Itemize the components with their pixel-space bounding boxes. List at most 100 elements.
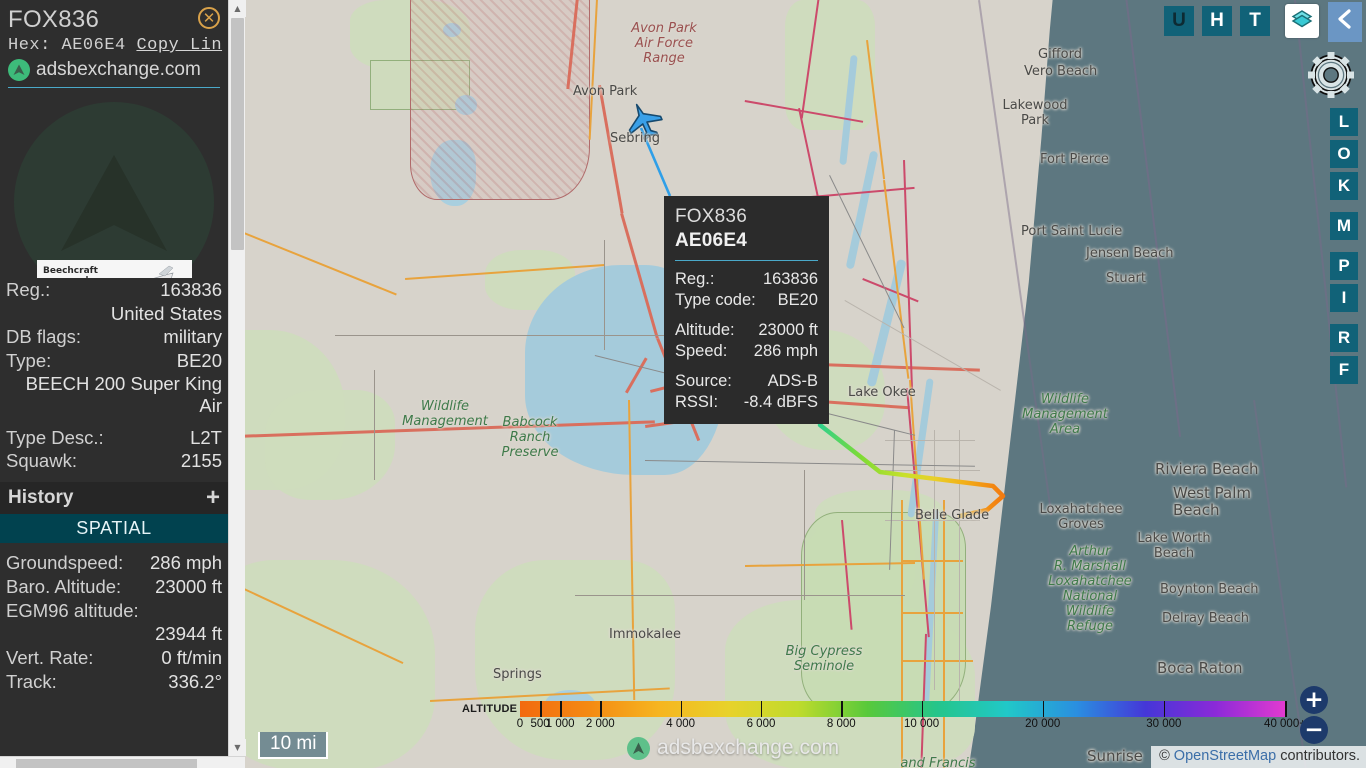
- copy-link-button[interactable]: Copy Lin: [136, 36, 222, 55]
- scroll-up-icon[interactable]: ▲: [229, 0, 246, 17]
- field-egm96-value: 23944 ft: [155, 623, 222, 645]
- altitude-tick: [1163, 701, 1166, 717]
- altitude-tick: [680, 701, 683, 717]
- aircraft-photo-area: Beechcraft: [0, 88, 228, 278]
- tooltip-hex: AE06E4: [675, 230, 747, 252]
- field-key: Groundspeed:: [6, 552, 124, 574]
- tooltip-row: Altitude: 23000 ft: [675, 320, 818, 341]
- field-key: Squawk:: [6, 450, 77, 472]
- map-layers-icon: [1290, 7, 1314, 36]
- panel-brand-text: adsbexchange.com: [36, 59, 201, 80]
- altitude-tick-label: 8 000: [826, 718, 856, 730]
- altitude-tick-label: 6 000: [746, 718, 776, 730]
- panel-brand: adsbexchange.com: [8, 59, 220, 88]
- tooltip-row: Type code: BE20: [675, 290, 818, 311]
- field-key: Baro. Altitude:: [6, 575, 122, 597]
- zoom-out-button[interactable]: −: [1300, 716, 1328, 744]
- sidebar-horizontal-scrollbar[interactable]: [0, 756, 245, 768]
- field-dbflags: DB flags: military: [0, 325, 228, 349]
- altitude-tick: [600, 701, 602, 717]
- field-value: L2T: [190, 426, 222, 448]
- history-section-header[interactable]: History +: [0, 482, 228, 515]
- field-type-long: BEECH 200 Super King Air: [25, 372, 222, 417]
- field-value: BE20: [176, 350, 222, 372]
- field-key: Type:: [6, 350, 52, 372]
- field-groundspeed: Groundspeed: 286 mph: [0, 551, 228, 575]
- side-button-l[interactable]: L: [1330, 108, 1358, 136]
- scrollbar-thumb[interactable]: [16, 759, 197, 768]
- field-value: 23000 ft: [155, 575, 222, 597]
- collapse-panel-button[interactable]: [1328, 2, 1362, 42]
- copyright-mark: ©: [1159, 748, 1170, 764]
- watermark-logo: [14, 102, 214, 278]
- side-button-i[interactable]: I: [1330, 284, 1358, 312]
- altitude-color-bar: [520, 701, 1285, 717]
- tooltip-key: RSSI:: [675, 393, 719, 412]
- side-button-f[interactable]: F: [1330, 356, 1358, 384]
- trails-button[interactable]: T: [1240, 6, 1270, 36]
- map-layers-button[interactable]: [1285, 4, 1319, 38]
- map-watermark: adsbexchange.com: [627, 736, 839, 760]
- zoom-in-button[interactable]: +: [1300, 686, 1328, 714]
- hex-value: AE06E4: [61, 36, 126, 55]
- field-key: Track:: [6, 670, 57, 692]
- field-value: military: [163, 326, 222, 348]
- history-label: History: [8, 487, 74, 509]
- map-canvas[interactable]: Avon Park Air Force Range Avon Park Sebring G…: [245, 0, 1366, 768]
- add-icon[interactable]: +: [206, 486, 220, 510]
- tooltip-key: Speed:: [675, 341, 728, 360]
- tooltip-key: Altitude:: [675, 320, 735, 339]
- page-title: FOX836: [8, 6, 100, 33]
- tooltip-value: BE20: [777, 290, 818, 309]
- side-button-m[interactable]: M: [1330, 212, 1358, 240]
- sidebar-vertical-scrollbar[interactable]: ▲ ▼: [228, 0, 246, 756]
- field-key: EGM96 altitude:: [6, 599, 139, 621]
- aircraft-marker[interactable]: [623, 100, 665, 142]
- field-value: 336.2°: [168, 670, 222, 692]
- heatmap-button[interactable]: H: [1202, 6, 1232, 36]
- field-value: 163836: [160, 279, 222, 300]
- field-value: 2155: [180, 450, 222, 472]
- field-typedesc: Type Desc.: L2T: [0, 426, 228, 450]
- aircraft-info-panel[interactable]: FOX836 ✕ Hex: AE06E4 Copy Lin adsbexchan…: [0, 0, 228, 768]
- scroll-down-icon[interactable]: ▼: [229, 739, 246, 756]
- field-type: Type: BE20: [0, 349, 228, 373]
- field-track: Track: 336.2°: [0, 670, 228, 694]
- field-reg: Reg.: 163836: [0, 278, 228, 302]
- altitude-tick-label: 30 000: [1146, 718, 1182, 730]
- field-key: Reg.:: [6, 279, 51, 300]
- close-icon[interactable]: ✕: [198, 7, 220, 29]
- tooltip-value: 23000 ft: [758, 320, 818, 339]
- altitude-tick: [540, 701, 542, 717]
- altitude-tick: [841, 701, 843, 717]
- altitude-legend: ALTITUDE (ft) 0 500 1 000 2 000 4 000 6 000 8 …: [462, 699, 1306, 733]
- openstreetmap-link[interactable]: OpenStreetMap: [1174, 748, 1276, 764]
- aircraft-tooltip[interactable]: FOX836 AE06E4 Reg.: 163836 Type code: BE…: [664, 196, 829, 425]
- panel-header: FOX836 ✕ Hex: AE06E4 Copy Lin adsbexchan…: [0, 0, 228, 88]
- altitude-tick: [921, 701, 924, 717]
- field-key: Type Desc.:: [6, 426, 104, 448]
- side-button-p[interactable]: P: [1330, 252, 1358, 280]
- spatial-section-header[interactable]: SPATIAL: [0, 514, 228, 544]
- tooltip-row: RSSI: -8.4 dBFS: [675, 392, 818, 413]
- side-button-o[interactable]: O: [1330, 140, 1358, 168]
- adsbexchange-logo-icon: [627, 736, 650, 760]
- altitude-tick-label: 20 000: [1025, 718, 1061, 730]
- side-button-r[interactable]: R: [1330, 324, 1358, 352]
- side-button-k[interactable]: K: [1330, 172, 1358, 200]
- attribution-text: contributors.: [1280, 748, 1360, 764]
- altitude-tick: [760, 701, 763, 717]
- tooltip-key: Type code:: [675, 290, 756, 309]
- altitude-tick: [560, 701, 562, 717]
- settings-button[interactable]: [1304, 48, 1358, 102]
- tooltip-value: ADS-B: [767, 372, 818, 391]
- altitude-tick: [1042, 701, 1045, 717]
- altitude-tick-label: 10 000: [904, 718, 940, 730]
- aircraft-photo[interactable]: Beechcraft: [37, 260, 192, 278]
- scrollbar-thumb[interactable]: [231, 18, 244, 250]
- field-key: DB flags:: [6, 326, 82, 348]
- field-egm96-label: EGM96 altitude:: [0, 599, 228, 623]
- hex-label: Hex:: [8, 36, 51, 55]
- field-value: 286 mph: [150, 552, 222, 574]
- unit-toggle-button[interactable]: U: [1164, 6, 1194, 36]
